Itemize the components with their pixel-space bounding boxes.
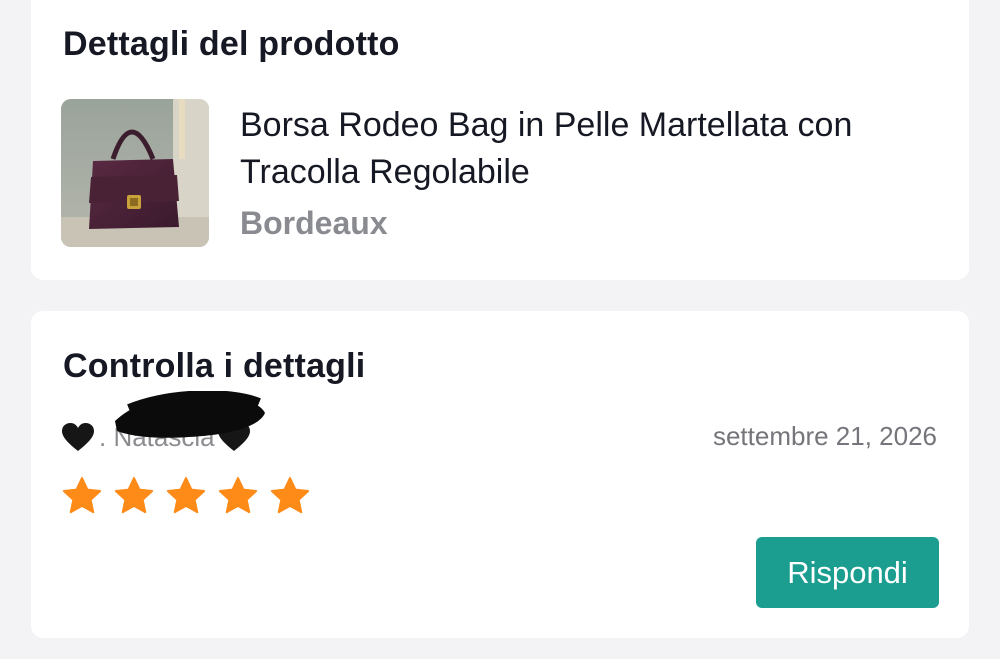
reply-button[interactable]: Rispondi — [756, 537, 939, 608]
star-icon — [62, 477, 102, 514]
star-icon — [166, 477, 206, 514]
product-variant-label: Bordeaux — [240, 205, 388, 241]
star-icon — [114, 477, 154, 514]
review-date: settembre 21, 2026 — [712, 421, 937, 451]
redaction-scribble — [115, 391, 265, 438]
review-details-title: Controlla i dettagli — [63, 347, 366, 385]
black-heart-icon — [62, 423, 94, 451]
star-rating — [61, 475, 311, 517]
product-details-card: Dettagli del prodotto Borsa Rodeo Bag in… — [31, 0, 969, 280]
product-details-title: Dettagli del prodotto — [63, 25, 400, 63]
star-icon — [218, 477, 258, 514]
product-thumbnail[interactable] — [61, 99, 209, 247]
bag-photo-image — [61, 99, 209, 247]
star-icon — [270, 477, 310, 514]
review-details-card: Controlla i dettagli . Natascia settembr… — [31, 311, 969, 638]
product-name-link[interactable]: Borsa Rodeo Bag in Pelle Martellata con … — [240, 102, 950, 196]
